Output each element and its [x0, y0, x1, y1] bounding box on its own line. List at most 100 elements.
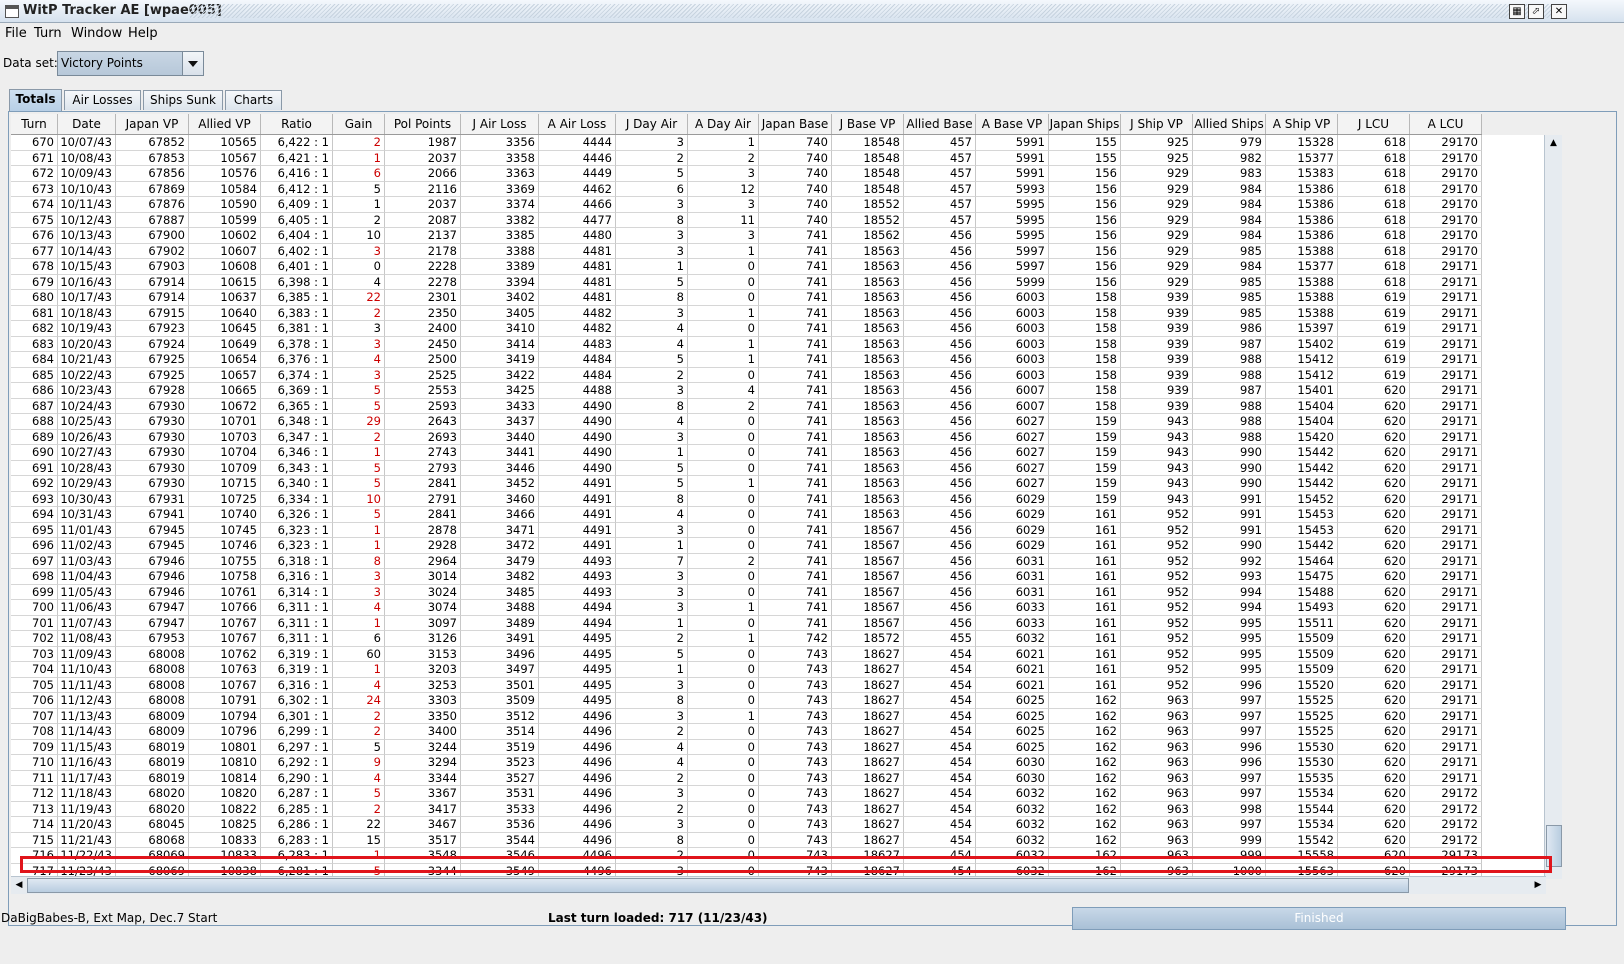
table-row[interactable]: 681 10/18/43 67915 10640 6,383 : 1 2 2350 3405 4… — [11, 305, 1482, 321]
table-row[interactable]: 695 11/01/43 67945 10745 6,323 : 1 1 2878 3471 4… — [11, 522, 1482, 538]
table-row[interactable]: 683 10/20/43 67924 10649 6,378 : 1 3 2450 3414 4… — [11, 336, 1482, 352]
column-header[interactable]: Gain — [333, 114, 385, 134]
maximize-icon[interactable]: ⬀ — [1528, 4, 1544, 19]
table-row[interactable]: 713 11/19/43 68020 10822 6,285 : 1 2 3417 3533 4… — [11, 801, 1482, 817]
column-header[interactable]: J Ship VP — [1121, 114, 1193, 134]
tab-totals[interactable]: Totals — [9, 89, 62, 111]
table-row[interactable]: 708 11/14/43 68009 10796 6,299 : 1 2 3400 3514 4… — [11, 724, 1482, 740]
table-row[interactable]: 693 10/30/43 67931 10725 6,334 : 1 10 2791 3460… — [11, 491, 1482, 507]
menu-help[interactable]: Help — [128, 26, 158, 41]
table-row[interactable]: 676 10/13/43 67900 10602 6,404 : 1 10 2137 3385… — [11, 228, 1482, 244]
table-row[interactable]: 716 11/22/43 68069 10833 6,283 : 1 1 3548 3546 4… — [11, 848, 1482, 864]
table-cell: 743 — [759, 677, 832, 693]
tab-air-losses[interactable]: Air Losses — [64, 90, 141, 110]
table-cell: 0 — [688, 321, 759, 337]
table-cell: 6027 — [976, 429, 1049, 445]
column-header[interactable]: J Air Loss — [461, 114, 539, 134]
column-header[interactable]: Pol Points — [385, 114, 461, 134]
tab-ships-sunk[interactable]: Ships Sunk — [143, 90, 223, 110]
vertical-scrollbar[interactable]: ▲ — [1544, 135, 1562, 879]
table-row[interactable]: 704 11/10/43 68008 10763 6,319 : 1 1 3203 3497 4… — [11, 662, 1482, 678]
table-row[interactable]: 678 10/15/43 67903 10608 6,401 : 1 0 2228 3389 4… — [11, 259, 1482, 275]
table-row[interactable]: 680 10/17/43 67914 10637 6,385 : 1 22 2301 3402… — [11, 290, 1482, 306]
table-row[interactable]: 699 11/05/43 67946 10761 6,314 : 1 3 3024 3485 4… — [11, 584, 1482, 600]
column-header[interactable]: Turn — [11, 114, 58, 134]
table-row[interactable]: 692 10/29/43 67930 10715 6,340 : 1 5 2841 3452 4… — [11, 476, 1482, 492]
column-header[interactable]: J Day Air — [616, 114, 688, 134]
table-cell: 742 — [759, 631, 832, 647]
table-row[interactable]: 672 10/09/43 67856 10576 6,416 : 1 6 2066 3363 4… — [11, 166, 1482, 182]
column-header[interactable]: Allied VP — [189, 114, 261, 134]
table-row[interactable]: 702 11/08/43 67953 10767 6,311 : 1 6 3126 3491 4… — [11, 631, 1482, 647]
horizontal-scroll-thumb[interactable] — [27, 878, 1409, 893]
table-row[interactable]: 701 11/07/43 67947 10767 6,311 : 1 1 3097 3489 4… — [11, 615, 1482, 631]
table-row[interactable]: 696 11/02/43 67945 10746 6,323 : 1 1 2928 3472 4… — [11, 538, 1482, 554]
chevron-down-icon[interactable] — [182, 52, 203, 75]
column-header[interactable]: J LCU — [1338, 114, 1410, 134]
restore-icon[interactable]: ▦ — [1509, 4, 1525, 19]
table-cell: 988 — [1193, 414, 1266, 430]
table-cell: 620 — [1338, 538, 1410, 554]
close-icon[interactable]: ✕ — [1551, 4, 1567, 19]
table-row[interactable]: 684 10/21/43 67925 10654 6,376 : 1 4 2500 3419 4… — [11, 352, 1482, 368]
table-row[interactable]: 682 10/19/43 67923 10645 6,381 : 1 3 2400 3410 4… — [11, 321, 1482, 337]
table-row[interactable]: 710 11/16/43 68019 10810 6,292 : 1 9 3294 3523 4… — [11, 755, 1482, 771]
column-header[interactable]: A Air Loss — [539, 114, 616, 134]
table-row[interactable]: 703 11/09/43 68008 10762 6,319 : 1 60 3153 3496… — [11, 646, 1482, 662]
column-header[interactable]: Japan Ships — [1049, 114, 1121, 134]
column-header[interactable]: A Base VP — [976, 114, 1049, 134]
table-row[interactable]: 690 10/27/43 67930 10704 6,346 : 1 1 2743 3441 4… — [11, 445, 1482, 461]
scroll-up-icon[interactable]: ▲ — [1545, 135, 1562, 151]
table-row[interactable]: 698 11/04/43 67946 10758 6,316 : 1 3 3014 3482 4… — [11, 569, 1482, 585]
totals-table[interactable]: 670 10/07/43 67852 10565 6,422 : 1 2 1987 3356 4… — [11, 135, 1552, 879]
table-cell: 993 — [1193, 569, 1266, 585]
table-cell: 15525 — [1266, 693, 1338, 709]
column-header[interactable]: J Base VP — [832, 114, 904, 134]
scroll-left-icon[interactable]: ◀ — [11, 877, 27, 894]
table-row[interactable]: 685 10/22/43 67925 10657 6,374 : 1 3 2525 3422 4… — [11, 367, 1482, 383]
table-row[interactable]: 689 10/26/43 67930 10703 6,347 : 1 2 2693 3440 4… — [11, 429, 1482, 445]
table-row[interactable]: 694 10/31/43 67941 10740 6,326 : 1 5 2841 3466 4… — [11, 507, 1482, 523]
column-header[interactable]: Allied Ships — [1193, 114, 1266, 134]
column-header[interactable]: A Day Air — [688, 114, 759, 134]
column-header[interactable]: Date — [58, 114, 116, 134]
menu-window[interactable]: Window — [71, 26, 122, 41]
table-row[interactable]: 670 10/07/43 67852 10565 6,422 : 1 2 1987 3356 4… — [11, 135, 1482, 151]
table-row[interactable]: 707 11/13/43 68009 10794 6,301 : 1 2 3350 3512 4… — [11, 708, 1482, 724]
column-header[interactable]: Ratio — [261, 114, 333, 134]
table-row[interactable]: 679 10/16/43 67914 10615 6,398 : 1 4 2278 3394 4… — [11, 274, 1482, 290]
table-row[interactable]: 691 10/28/43 67930 10709 6,343 : 1 5 2793 3446 4… — [11, 460, 1482, 476]
column-header[interactable]: Allied Base — [904, 114, 976, 134]
table-cell: 2841 — [385, 507, 461, 523]
table-row[interactable]: 712 11/18/43 68020 10820 6,287 : 1 5 3367 3531 4… — [11, 786, 1482, 802]
column-header[interactable]: A LCU — [1410, 114, 1482, 134]
table-row[interactable]: 686 10/23/43 67928 10665 6,369 : 1 5 2553 3425 4… — [11, 383, 1482, 399]
table-row[interactable]: 706 11/12/43 68008 10791 6,302 : 1 24 3303 3509… — [11, 693, 1482, 709]
table-row[interactable]: 705 11/11/43 68008 10767 6,316 : 1 4 3253 3501 4… — [11, 677, 1482, 693]
table-row[interactable]: 687 10/24/43 67930 10672 6,365 : 1 5 2593 3433 4… — [11, 398, 1482, 414]
scroll-right-icon[interactable]: ▶ — [1530, 877, 1546, 894]
column-header[interactable]: A Ship VP — [1266, 114, 1338, 134]
table-row[interactable]: 700 11/06/43 67947 10766 6,311 : 1 4 3074 3488 4… — [11, 600, 1482, 616]
table-row[interactable]: 709 11/15/43 68019 10801 6,297 : 1 5 3244 3519 4… — [11, 739, 1482, 755]
menu-turn[interactable]: Turn — [34, 26, 62, 41]
table-row[interactable]: 673 10/10/43 67869 10584 6,412 : 1 5 2116 3369 4… — [11, 181, 1482, 197]
table-row[interactable]: 714 11/20/43 68045 10825 6,286 : 1 22 3467 3536… — [11, 817, 1482, 833]
table-row[interactable]: 675 10/12/43 67887 10599 6,405 : 1 2 2087 3382 4… — [11, 212, 1482, 228]
table-row[interactable]: 715 11/21/43 68068 10833 6,283 : 1 15 3517 3544… — [11, 832, 1482, 848]
table-row[interactable]: 677 10/14/43 67902 10607 6,402 : 1 3 2178 3388 4… — [11, 243, 1482, 259]
table-row[interactable]: 671 10/08/43 67853 10567 6,421 : 1 1 2037 3358 4… — [11, 150, 1482, 166]
tab-charts[interactable]: Charts — [225, 90, 282, 110]
horizontal-scrollbar[interactable]: ◀ ▶ — [11, 876, 1546, 894]
column-header[interactable]: Japan VP — [116, 114, 189, 134]
table-row[interactable]: 688 10/25/43 67930 10701 6,348 : 1 29 2643 3437… — [11, 414, 1482, 430]
vertical-scroll-thumb[interactable] — [1546, 825, 1562, 867]
table-row[interactable]: 711 11/17/43 68019 10814 6,290 : 1 4 3344 3527 4… — [11, 770, 1482, 786]
table-cell: 1 — [333, 197, 385, 213]
menu-file[interactable]: File — [5, 26, 27, 41]
column-header[interactable]: Japan Base — [759, 114, 832, 134]
table-row[interactable]: 674 10/11/43 67876 10590 6,409 : 1 1 2037 3374 4… — [11, 197, 1482, 213]
table-cell: 67869 — [116, 181, 189, 197]
table-row[interactable]: 697 11/03/43 67946 10755 6,318 : 1 8 2964 3479 4… — [11, 553, 1482, 569]
dataset-select[interactable]: Victory Points — [57, 51, 204, 76]
